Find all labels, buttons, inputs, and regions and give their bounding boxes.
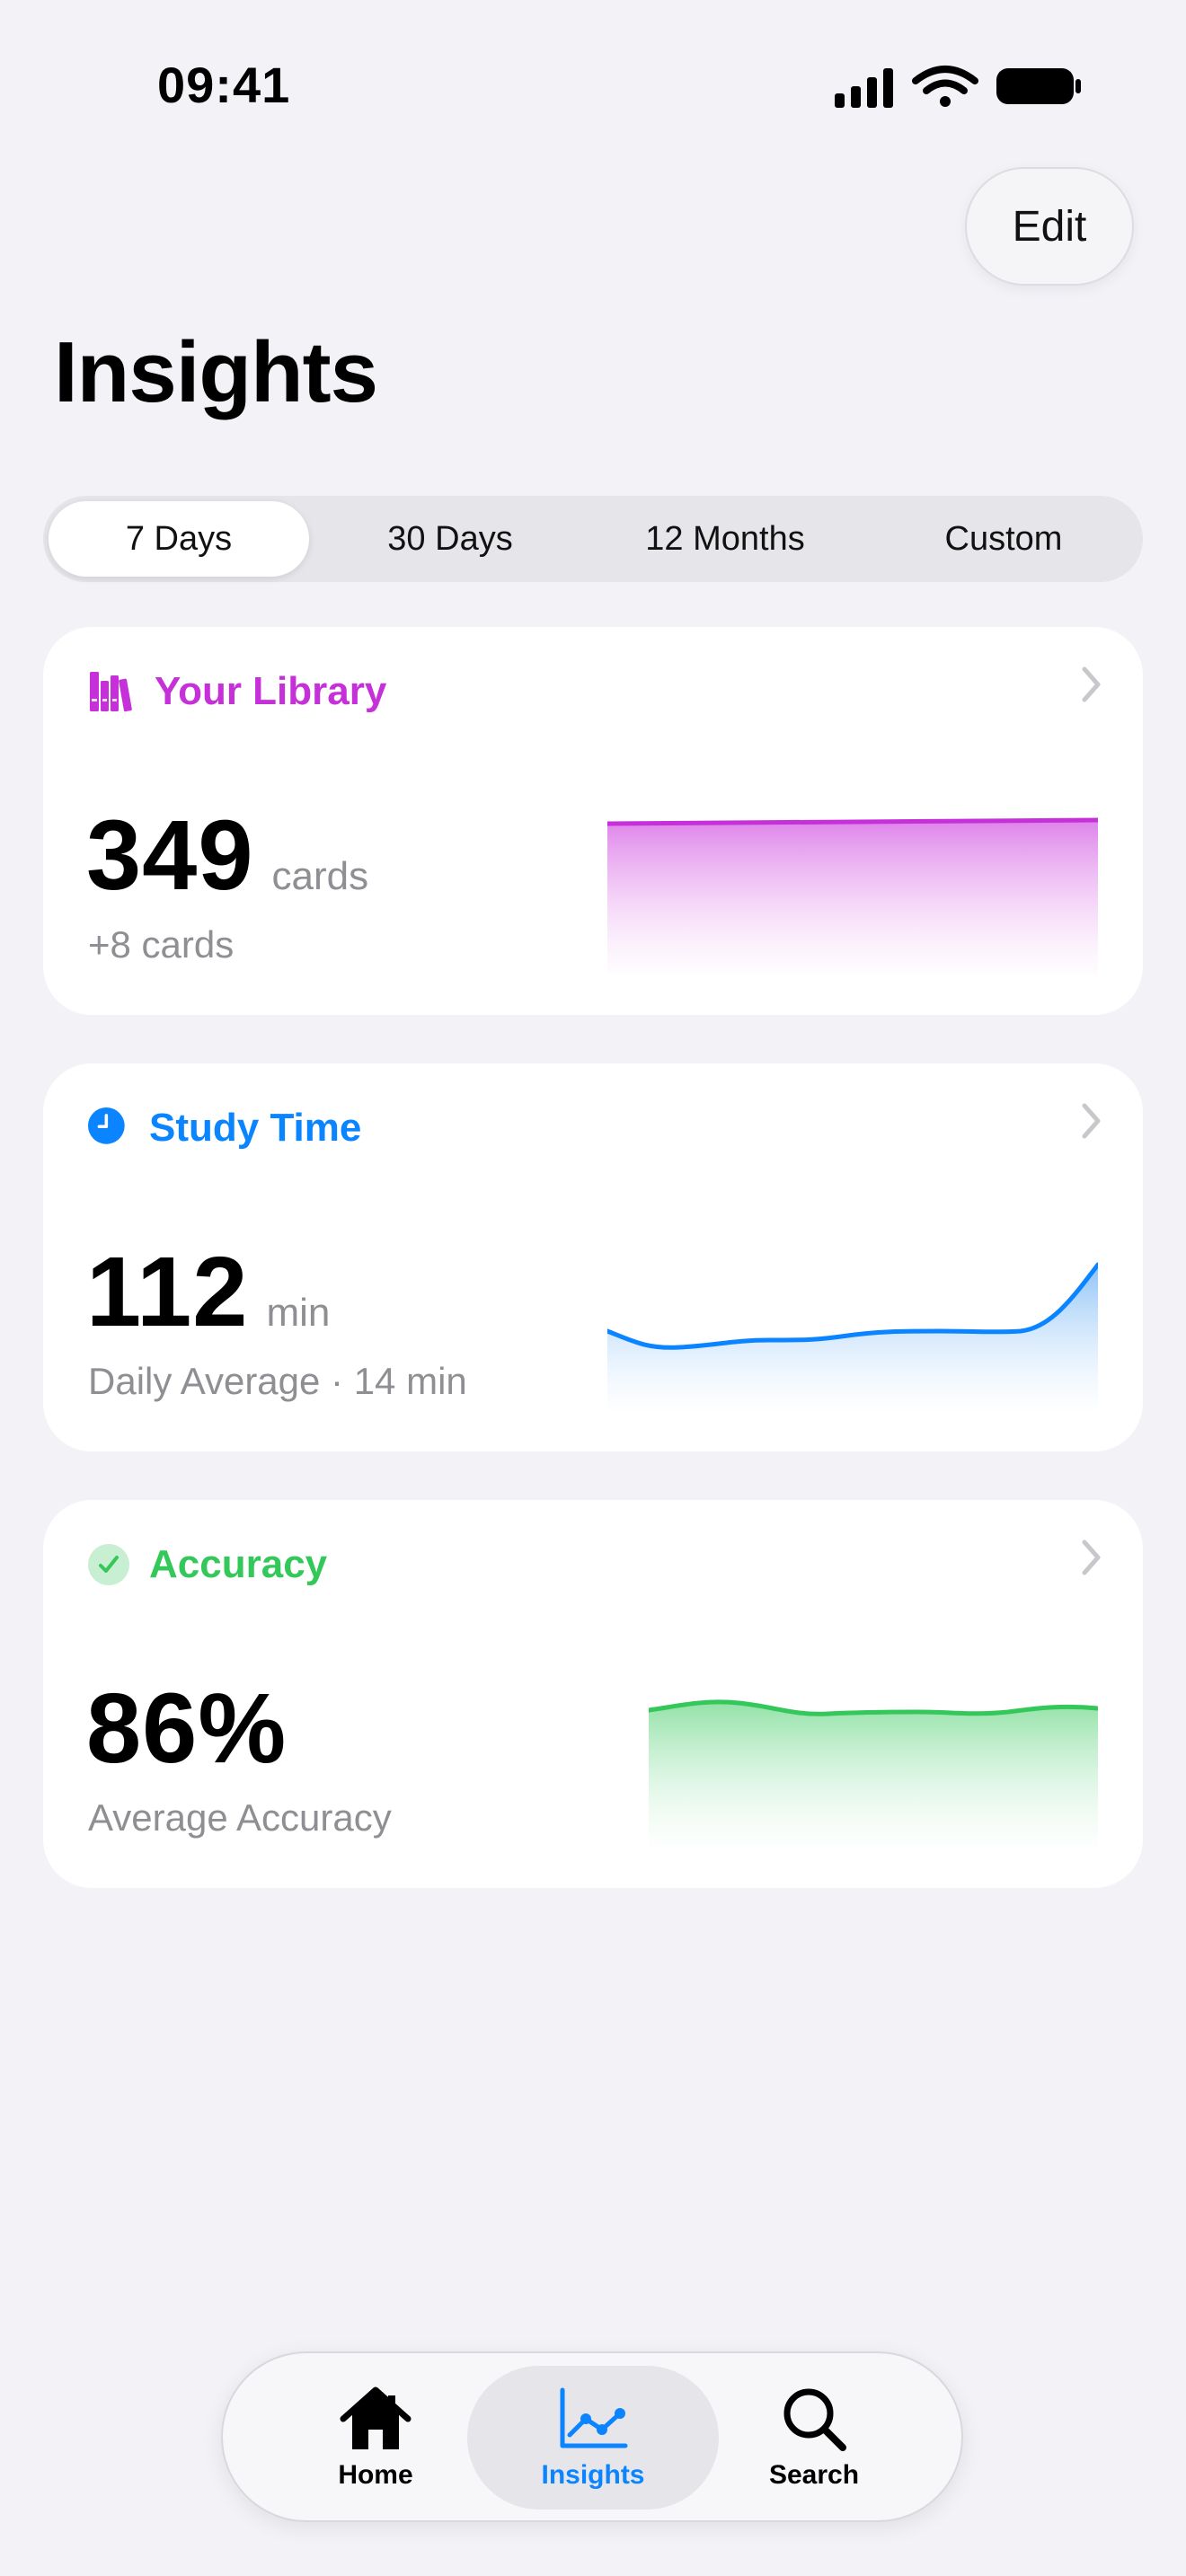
study-time-card-value: 112 min: [86, 1243, 330, 1342]
library-card-subtitle: +8 cards: [88, 923, 235, 966]
checkmark-circle-icon: [88, 1544, 129, 1585]
time-range-segmented-control: 7 Days 30 Days 12 Months Custom: [43, 496, 1143, 582]
accuracy-card[interactable]: Accuracy 86% Average Accuracy: [43, 1500, 1143, 1888]
chart-icon: [560, 2387, 628, 2448]
edit-button[interactable]: Edit: [965, 167, 1134, 286]
study-time-card-subtitle: Daily Average · 14 min: [88, 1360, 467, 1402]
status-time: 09:41: [157, 57, 291, 113]
chevron-right-icon[interactable]: [1080, 665, 1103, 704]
library-card-value: 349 cards: [86, 807, 368, 905]
magnifying-glass-icon: [783, 2388, 846, 2451]
accuracy-card-title: Accuracy: [149, 1542, 328, 1586]
chevron-right-icon[interactable]: [1080, 1538, 1103, 1577]
study-time-card[interactable]: Study Time 112 min Daily Average · 14 mi…: [43, 1063, 1143, 1451]
segment-12-months[interactable]: 12 Months: [595, 501, 855, 577]
accuracy-card-value: 86%: [86, 1680, 287, 1778]
study-time-unit: min: [266, 1291, 331, 1335]
library-count-unit: cards: [271, 854, 369, 898]
tab-search[interactable]: Search: [688, 2366, 940, 2510]
segment-30-days[interactable]: 30 Days: [320, 501, 580, 577]
library-card-title: Your Library: [155, 669, 387, 713]
accuracy-card-header: Accuracy: [88, 1539, 327, 1590]
tab-home[interactable]: Home: [250, 2366, 501, 2510]
study-time-card-header: Study Time: [88, 1103, 361, 1153]
page-title: Insights: [54, 324, 378, 420]
study-time-card-title: Study Time: [149, 1106, 362, 1150]
cellular-signal-icon: [835, 68, 893, 108]
wifi-icon: [912, 66, 978, 107]
tab-insights[interactable]: Insights: [467, 2366, 719, 2510]
tab-insights-label: Insights: [541, 2460, 645, 2490]
tab-home-label: Home: [338, 2460, 413, 2490]
books-icon: [90, 672, 132, 712]
tab-bar: Home Insights Search: [221, 2351, 963, 2522]
status-bar: 09:41: [0, 0, 1186, 171]
accuracy-sparkline: [649, 1699, 1098, 1847]
status-icons: [835, 66, 1081, 108]
battery-icon: [996, 68, 1081, 104]
segment-custom[interactable]: Custom: [870, 501, 1137, 577]
accuracy-card-subtitle: Average Accuracy: [88, 1796, 392, 1839]
tab-search-label: Search: [768, 2460, 860, 2490]
clock-icon: [88, 1107, 125, 1144]
segment-7-days[interactable]: 7 Days: [49, 501, 309, 577]
accuracy-percent: 86%: [86, 1673, 288, 1784]
study-time-sparkline: [607, 1262, 1098, 1410]
library-count: 349: [86, 800, 254, 911]
library-sparkline: [607, 817, 1098, 974]
library-card[interactable]: Your Library 349 cards +8 cards: [43, 627, 1143, 1015]
chevron-right-icon[interactable]: [1080, 1101, 1103, 1141]
library-card-header: Your Library: [88, 666, 386, 717]
study-time-minutes: 112: [86, 1237, 249, 1347]
house-icon: [340, 2386, 412, 2449]
